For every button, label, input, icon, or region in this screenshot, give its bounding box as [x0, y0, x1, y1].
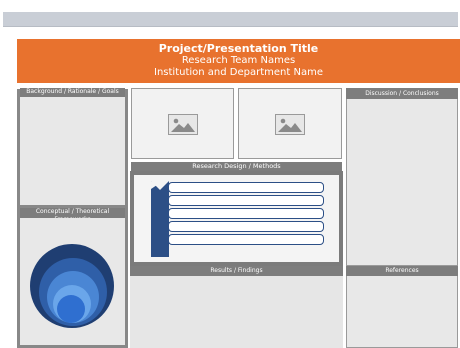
image-placeholder-icon [275, 113, 305, 135]
background-header: Background / Rationale / Goals [20, 88, 125, 97]
team-names: Research Team Names [181, 55, 296, 66]
image-placeholder-icon [167, 113, 198, 135]
image-placeholder-1[interactable] [131, 88, 234, 159]
method-step-5 [168, 234, 324, 245]
references-panel [346, 266, 458, 348]
image-placeholder-2[interactable] [238, 88, 342, 159]
chevron-arrow-icon [151, 181, 169, 257]
method-step-4 [168, 221, 324, 232]
background-panel [17, 89, 128, 208]
institution-name: Institution and Department Name [154, 67, 323, 78]
method-step-1 [168, 182, 324, 193]
frameworks-header: Conceptual / Theoretical Frameworks [20, 208, 125, 218]
methods-diagram [134, 175, 339, 262]
poster-title: Project/Presentation Title [158, 42, 319, 55]
poster-title-banner: Project/Presentation Title Research Team… [17, 39, 460, 83]
methods-header: Research Design / Methods [131, 162, 342, 171]
results-panel [130, 266, 343, 348]
toolbar-strip [3, 12, 458, 27]
results-header: Results / Findings [130, 266, 343, 276]
references-header: References [346, 266, 458, 276]
discussion-panel [346, 88, 458, 266]
concentric-circles-icon [30, 244, 114, 328]
method-step-3 [168, 208, 324, 219]
method-step-2 [168, 195, 324, 206]
methods-panel [130, 171, 343, 266]
discussion-header: Discussion / Conclusions [346, 88, 458, 99]
